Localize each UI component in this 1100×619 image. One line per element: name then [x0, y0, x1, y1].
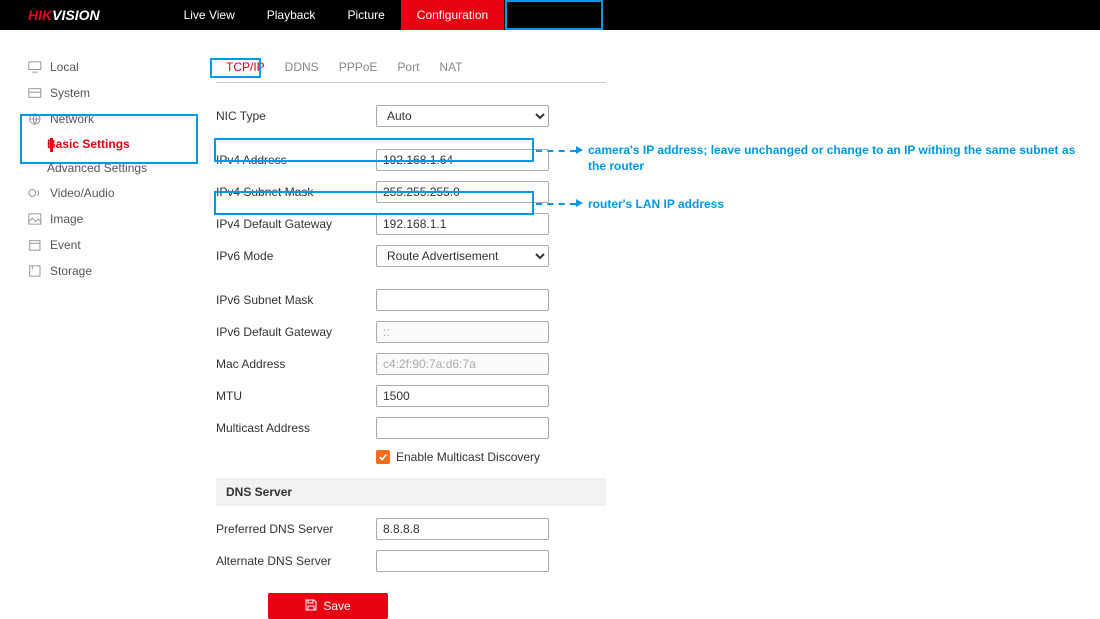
- annotation-arrow-head: [576, 199, 583, 207]
- storage-icon: [28, 265, 42, 277]
- mac-input: [376, 353, 549, 375]
- pri-dns-input[interactable]: [376, 518, 549, 540]
- event-icon: [28, 239, 42, 251]
- sidebar-item-local[interactable]: Local: [28, 54, 190, 80]
- sidebar-label: System: [50, 86, 90, 100]
- sub-tabs: TCP/IP DDNS PPPoE Port NAT: [216, 54, 606, 83]
- nav-live-view[interactable]: Live View: [168, 0, 251, 30]
- sidebar-sub-advanced-settings[interactable]: Advanced Settings: [28, 156, 190, 180]
- sidebar-item-event[interactable]: Event: [28, 232, 190, 258]
- top-header: HIKVISION Live View Playback Picture Con…: [0, 0, 1100, 30]
- ipv4-addr-input[interactable]: [376, 149, 549, 171]
- monitor-icon: [28, 61, 42, 73]
- image-icon: [28, 213, 42, 225]
- mac-label: Mac Address: [216, 357, 376, 371]
- ipv4-mask-label: IPv4 Subnet Mask: [216, 185, 376, 199]
- nav-playback[interactable]: Playback: [251, 0, 332, 30]
- mtu-label: MTU: [216, 389, 376, 403]
- sidebar-item-video-audio[interactable]: Video/Audio: [28, 180, 190, 206]
- system-icon: [28, 87, 42, 99]
- enable-multicast-label: Enable Multicast Discovery: [396, 450, 540, 464]
- video-audio-icon: [28, 187, 42, 199]
- sidebar-label: Local: [50, 60, 79, 74]
- ipv6-mode-select[interactable]: Route Advertisement: [376, 245, 549, 267]
- ipv6-mask-label: IPv6 Subnet Mask: [216, 293, 376, 307]
- annotation-arrow-dash: [536, 203, 576, 205]
- multicast-label: Multicast Address: [216, 421, 376, 435]
- save-button[interactable]: Save: [268, 593, 388, 619]
- alt-dns-input[interactable]: [376, 550, 549, 572]
- enable-multicast-checkbox[interactable]: [376, 450, 390, 464]
- ipv4-addr-label: IPv4 Address: [216, 153, 376, 167]
- logo-white: VISION: [52, 7, 99, 23]
- ipv4-gw-label: IPv4 Default Gateway: [216, 217, 376, 231]
- sidebar-label: Storage: [50, 264, 92, 278]
- ipv6-gw-input[interactable]: [376, 321, 549, 343]
- logo: HIKVISION: [28, 7, 100, 23]
- sidebar-label: Video/Audio: [50, 186, 115, 200]
- form: NIC Type Auto IPv4 Address IPv4 Subnet M…: [216, 103, 1100, 619]
- sidebar-label: Image: [50, 212, 83, 226]
- dns-section-head: DNS Server: [216, 478, 606, 506]
- annotation-arrow-dash: [536, 150, 576, 152]
- tab-port[interactable]: Port: [387, 54, 429, 82]
- content-pane: TCP/IP DDNS PPPoE Port NAT NIC Type Auto…: [190, 54, 1100, 619]
- tab-tcpip[interactable]: TCP/IP: [216, 54, 275, 82]
- nic-type-select[interactable]: Auto: [376, 105, 549, 127]
- sidebar-item-storage[interactable]: Storage: [28, 258, 190, 284]
- sidebar-label: Network: [50, 112, 94, 126]
- mtu-input[interactable]: [376, 385, 549, 407]
- tab-pppoe[interactable]: PPPoE: [329, 54, 388, 82]
- tab-nat[interactable]: NAT: [429, 54, 472, 82]
- sidebar-item-image[interactable]: Image: [28, 206, 190, 232]
- sidebar: Local System Network Basic Settings Adva…: [0, 54, 190, 619]
- ipv4-mask-input[interactable]: [376, 181, 549, 203]
- save-icon: [305, 599, 317, 614]
- ipv6-mode-label: IPv6 Mode: [216, 249, 376, 263]
- ipv6-gw-label: IPv6 Default Gateway: [216, 325, 376, 339]
- annotation-text-gw: router's LAN IP address: [588, 196, 724, 212]
- main-nav: Live View Playback Picture Configuration: [168, 0, 505, 30]
- pri-dns-label: Preferred DNS Server: [216, 522, 376, 536]
- alt-dns-label: Alternate DNS Server: [216, 554, 376, 568]
- nav-picture[interactable]: Picture: [331, 0, 400, 30]
- globe-icon: [28, 113, 42, 125]
- save-label: Save: [323, 599, 350, 613]
- logo-red: HIK: [28, 7, 52, 23]
- sidebar-item-network[interactable]: Network: [28, 106, 190, 132]
- tab-ddns[interactable]: DDNS: [275, 54, 329, 82]
- multicast-input[interactable]: [376, 417, 549, 439]
- sidebar-label: Event: [50, 238, 81, 252]
- annotation-arrow-head: [576, 146, 583, 154]
- active-marker: [50, 138, 53, 152]
- nic-type-label: NIC Type: [216, 109, 376, 123]
- ipv4-gw-input[interactable]: [376, 213, 549, 235]
- annotation-text-ip: camera's IP address; leave unchanged or …: [588, 142, 1078, 174]
- ipv6-mask-input[interactable]: [376, 289, 549, 311]
- sidebar-item-system[interactable]: System: [28, 80, 190, 106]
- nav-configuration[interactable]: Configuration: [401, 0, 504, 30]
